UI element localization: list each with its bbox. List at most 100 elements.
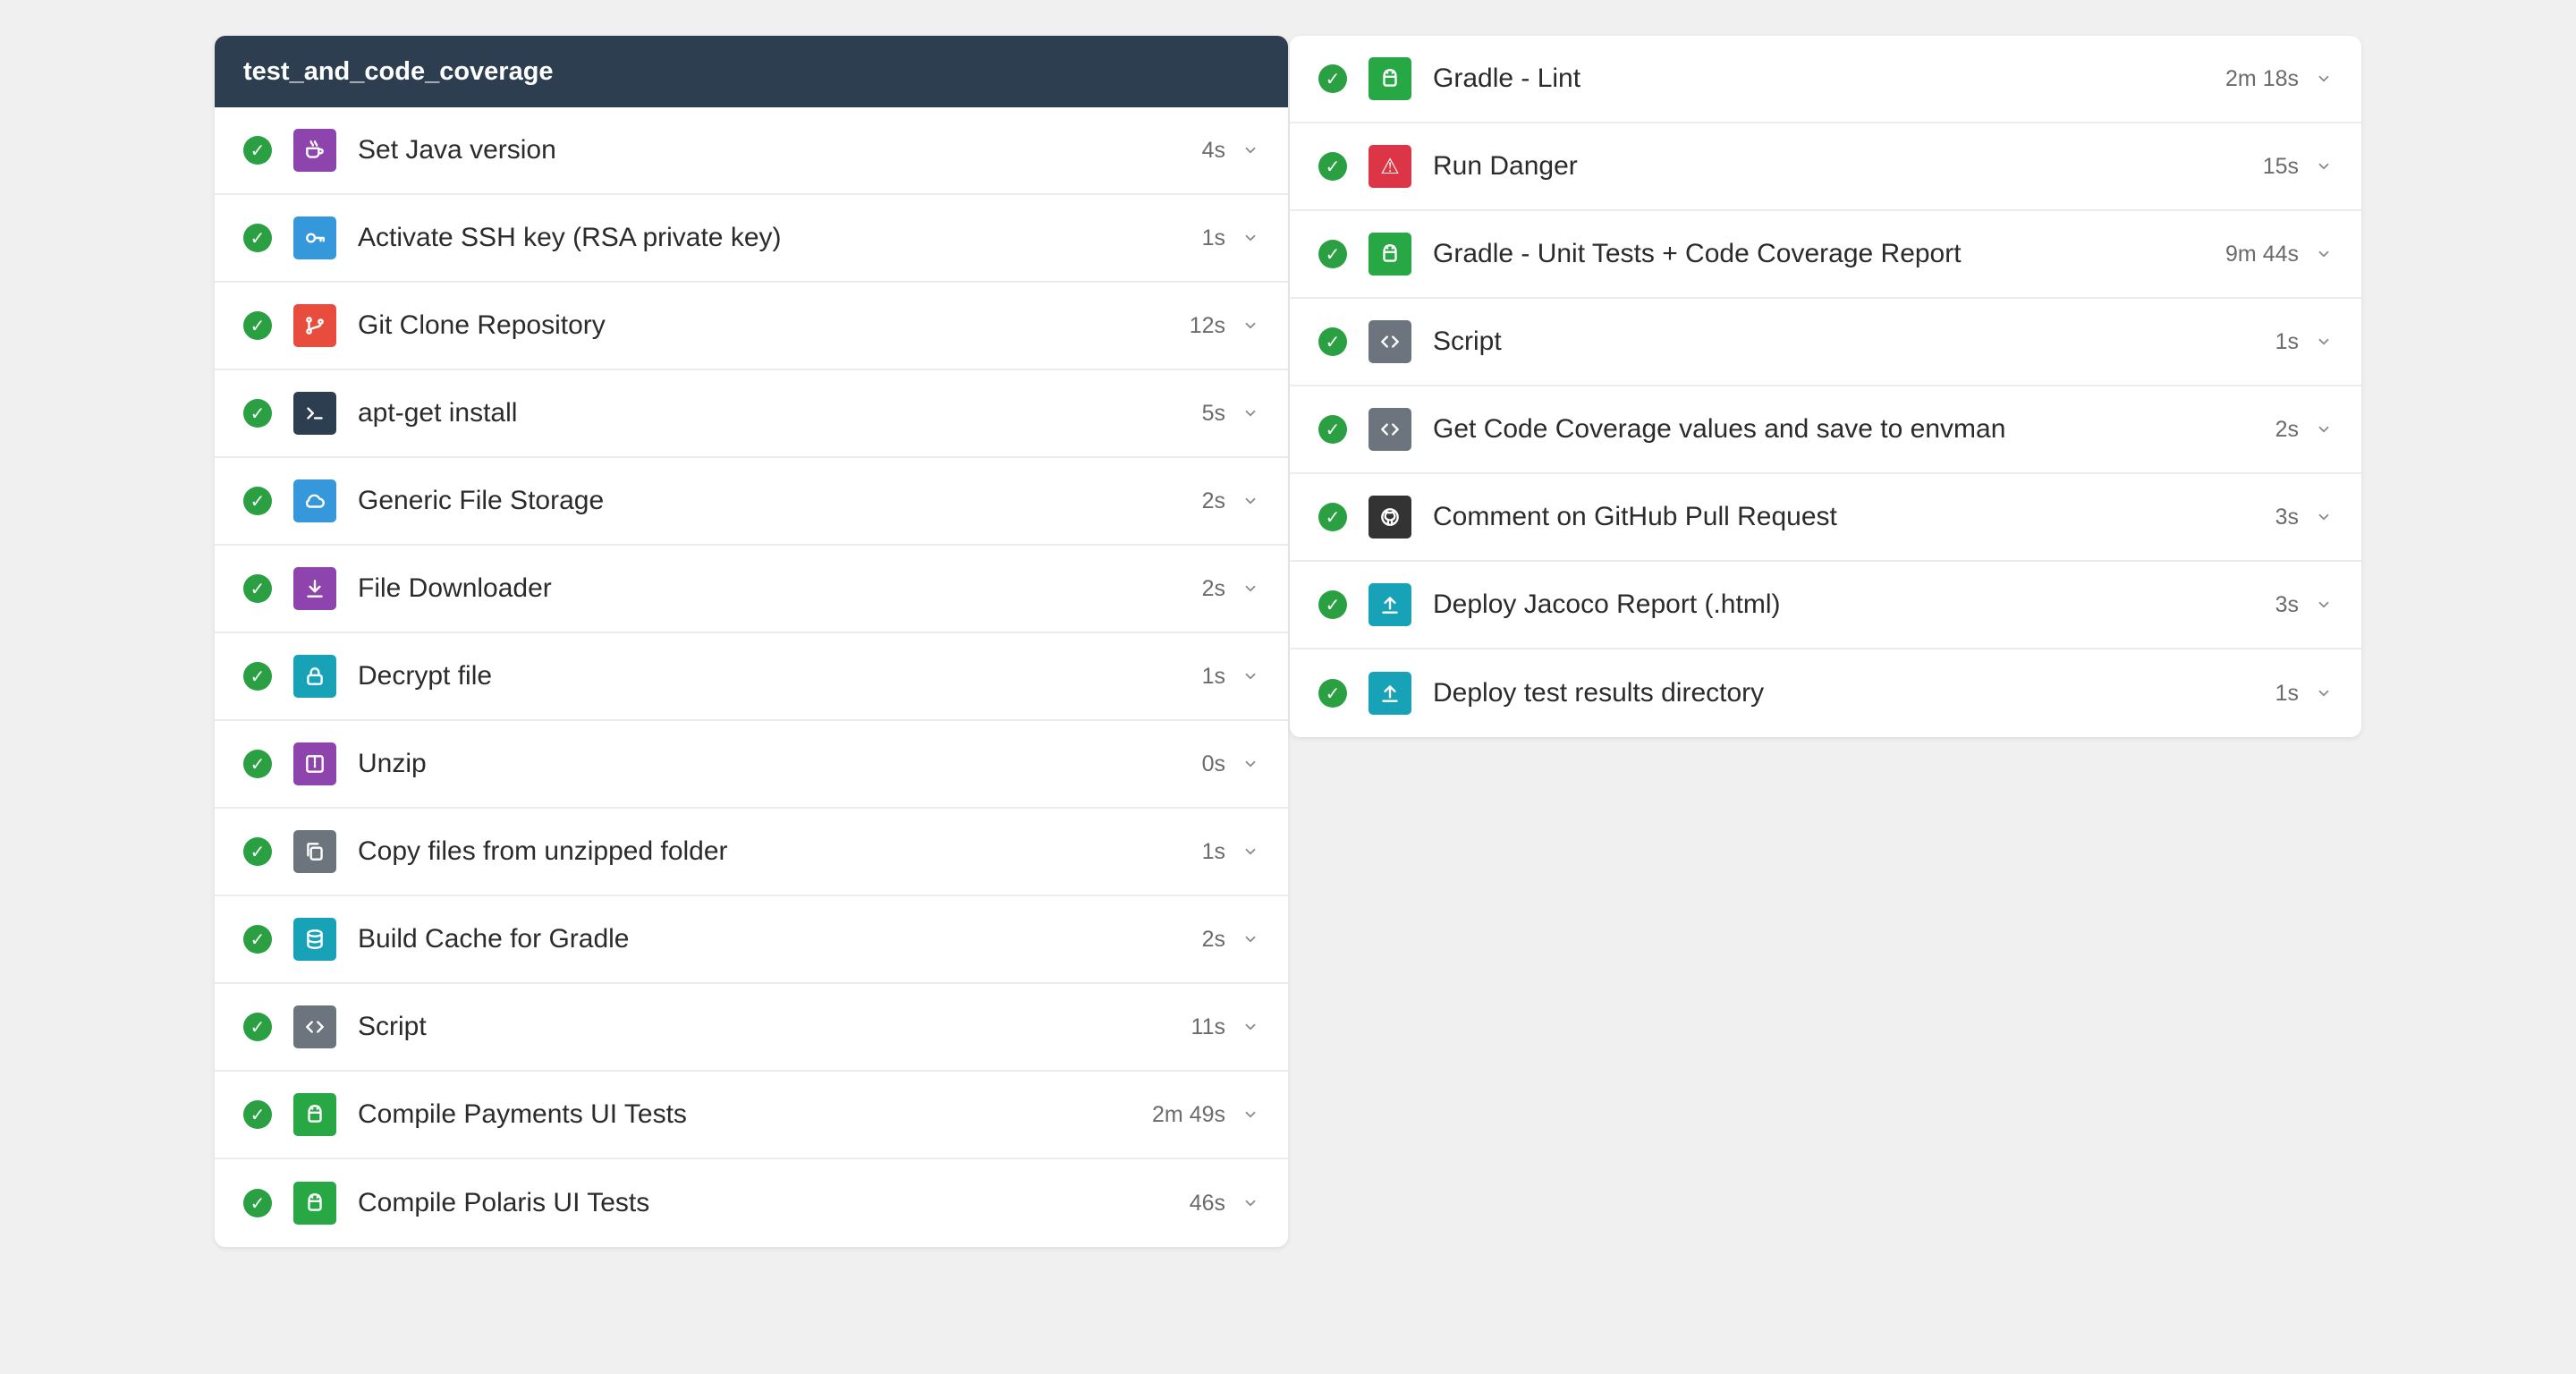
step-name: Build Cache for Gradle bbox=[358, 924, 630, 954]
step-row[interactable]: ✓ Build Cache for Gradle 2s bbox=[215, 896, 1288, 984]
step-row[interactable]: ✓ Copy files from unzipped folder 1s bbox=[215, 809, 1288, 896]
step-row[interactable]: ✓ Comment on GitHub Pull Request 3s bbox=[1290, 474, 2361, 562]
step-list-left: ✓ Set Java version 4s ✓ Activate SSH key (RS… bbox=[215, 107, 1288, 1247]
step-name: Gradle - Unit Tests + Code Coverage Repo… bbox=[1433, 239, 1962, 268]
step-name: Comment on GitHub Pull Request bbox=[1433, 502, 1837, 531]
step-list-right: ✓ Gradle - Lint 2m 18s ✓ ⚠ Run Danger 15s ✓ Grad… bbox=[1290, 36, 2361, 737]
step-duration: 3s bbox=[2275, 591, 2299, 617]
git-icon bbox=[293, 304, 336, 347]
step-name: Copy files from unzipped folder bbox=[358, 836, 728, 866]
step-name: Unzip bbox=[358, 749, 427, 778]
step-row[interactable]: ✓ Activate SSH key (RSA private key) 1s bbox=[215, 195, 1288, 283]
chevron-down-icon[interactable] bbox=[1241, 317, 1259, 335]
step-row[interactable]: ✓ apt-get install 5s bbox=[215, 370, 1288, 458]
step-row[interactable]: ✓ Decrypt file 1s bbox=[215, 633, 1288, 721]
chevron-down-icon[interactable] bbox=[2315, 333, 2333, 351]
terminal-icon bbox=[293, 392, 336, 435]
code-icon bbox=[1368, 320, 1411, 363]
step-duration: 12s bbox=[1189, 312, 1225, 338]
step-row[interactable]: ✓ Set Java version 4s bbox=[215, 107, 1288, 195]
step-duration: 2s bbox=[2275, 416, 2299, 442]
step-row[interactable]: ✓ Deploy Jacoco Report (.html) 3s bbox=[1290, 562, 2361, 649]
step-row[interactable]: ✓ Git Clone Repository 12s bbox=[215, 283, 1288, 370]
chevron-down-icon[interactable] bbox=[1241, 930, 1259, 948]
success-check-icon: ✓ bbox=[243, 1189, 272, 1217]
step-duration: 15s bbox=[2262, 153, 2299, 179]
step-row[interactable]: ✓ Compile Payments UI Tests 2m 49s bbox=[215, 1072, 1288, 1159]
step-duration: 11s bbox=[1191, 1014, 1225, 1039]
chevron-down-icon[interactable] bbox=[1241, 755, 1259, 773]
success-check-icon: ✓ bbox=[243, 224, 272, 252]
step-row[interactable]: ✓ Gradle - Unit Tests + Code Coverage Rep… bbox=[1290, 211, 2361, 299]
android-icon bbox=[1368, 233, 1411, 276]
chevron-down-icon[interactable] bbox=[1241, 1106, 1259, 1124]
chevron-down-icon[interactable] bbox=[1241, 404, 1259, 422]
chevron-down-icon[interactable] bbox=[2315, 684, 2333, 702]
step-row[interactable]: ✓ Unzip 0s bbox=[215, 721, 1288, 809]
workflow-title: test_and_code_coverage bbox=[215, 36, 1288, 107]
download-icon bbox=[293, 567, 336, 610]
step-name: Get Code Coverage values and save to env… bbox=[1433, 414, 2006, 444]
workflow-steps-panel-right: ✓ Gradle - Lint 2m 18s ✓ ⚠ Run Danger 15s ✓ Grad… bbox=[1290, 36, 2361, 737]
warning-icon: ⚠ bbox=[1368, 145, 1411, 188]
chevron-down-icon[interactable] bbox=[2315, 70, 2333, 88]
success-check-icon: ✓ bbox=[243, 1013, 272, 1041]
success-check-icon: ✓ bbox=[243, 136, 272, 165]
step-duration: 1s bbox=[1201, 838, 1225, 864]
step-row[interactable]: ✓ Compile Polaris UI Tests 46s bbox=[215, 1159, 1288, 1247]
step-row[interactable]: ✓ Get Code Coverage values and save to en… bbox=[1290, 386, 2361, 474]
chevron-down-icon[interactable] bbox=[1241, 492, 1259, 510]
step-duration: 5s bbox=[1201, 400, 1225, 426]
chevron-down-icon[interactable] bbox=[2315, 245, 2333, 263]
step-row[interactable]: ✓ Deploy test results directory 1s bbox=[1290, 649, 2361, 737]
github-icon bbox=[1368, 496, 1411, 539]
success-check-icon: ✓ bbox=[1318, 64, 1347, 93]
success-check-icon: ✓ bbox=[243, 487, 272, 515]
step-name: File Downloader bbox=[358, 573, 552, 603]
chevron-down-icon[interactable] bbox=[2315, 420, 2333, 438]
key-icon bbox=[293, 216, 336, 259]
step-row[interactable]: ✓ Script 11s bbox=[215, 984, 1288, 1072]
step-row[interactable]: ✓ File Downloader 2s bbox=[215, 546, 1288, 633]
chevron-down-icon[interactable] bbox=[1241, 1194, 1259, 1212]
coffee-icon bbox=[293, 129, 336, 172]
chevron-down-icon[interactable] bbox=[2315, 596, 2333, 614]
step-duration: 2s bbox=[1201, 488, 1225, 513]
step-duration: 1s bbox=[2275, 328, 2299, 354]
step-duration: 9m 44s bbox=[2225, 241, 2299, 267]
step-duration: 2m 18s bbox=[2225, 65, 2299, 91]
step-row[interactable]: ✓ Gradle - Lint 2m 18s bbox=[1290, 36, 2361, 123]
step-duration: 4s bbox=[1201, 137, 1225, 163]
success-check-icon: ✓ bbox=[243, 399, 272, 428]
success-check-icon: ✓ bbox=[243, 837, 272, 866]
chevron-down-icon[interactable] bbox=[2315, 157, 2333, 175]
success-check-icon: ✓ bbox=[1318, 240, 1347, 268]
step-name: Deploy Jacoco Report (.html) bbox=[1433, 589, 1781, 619]
step-name: Generic File Storage bbox=[358, 486, 605, 515]
chevron-down-icon[interactable] bbox=[2315, 508, 2333, 526]
success-check-icon: ✓ bbox=[1318, 590, 1347, 619]
step-row[interactable]: ✓ Script 1s bbox=[1290, 299, 2361, 386]
step-row[interactable]: ✓ Generic File Storage 2s bbox=[215, 458, 1288, 546]
chevron-down-icon[interactable] bbox=[1241, 667, 1259, 685]
database-icon bbox=[293, 918, 336, 961]
success-check-icon: ✓ bbox=[1318, 327, 1347, 356]
success-check-icon: ✓ bbox=[243, 574, 272, 603]
step-duration: 2s bbox=[1201, 575, 1225, 601]
success-check-icon: ✓ bbox=[1318, 503, 1347, 531]
success-check-icon: ✓ bbox=[1318, 679, 1347, 708]
step-row[interactable]: ✓ ⚠ Run Danger 15s bbox=[1290, 123, 2361, 211]
success-check-icon: ✓ bbox=[1318, 415, 1347, 444]
upload-icon bbox=[1368, 672, 1411, 715]
success-check-icon: ✓ bbox=[243, 925, 272, 954]
chevron-down-icon[interactable] bbox=[1241, 580, 1259, 598]
android-icon bbox=[1368, 57, 1411, 100]
step-name: Compile Payments UI Tests bbox=[358, 1099, 687, 1129]
android-icon bbox=[293, 1093, 336, 1136]
chevron-down-icon[interactable] bbox=[1241, 141, 1259, 159]
chevron-down-icon[interactable] bbox=[1241, 843, 1259, 861]
step-duration: 1s bbox=[2275, 680, 2299, 706]
chevron-down-icon[interactable] bbox=[1241, 229, 1259, 247]
chevron-down-icon[interactable] bbox=[1241, 1018, 1259, 1036]
success-check-icon: ✓ bbox=[1318, 152, 1347, 181]
